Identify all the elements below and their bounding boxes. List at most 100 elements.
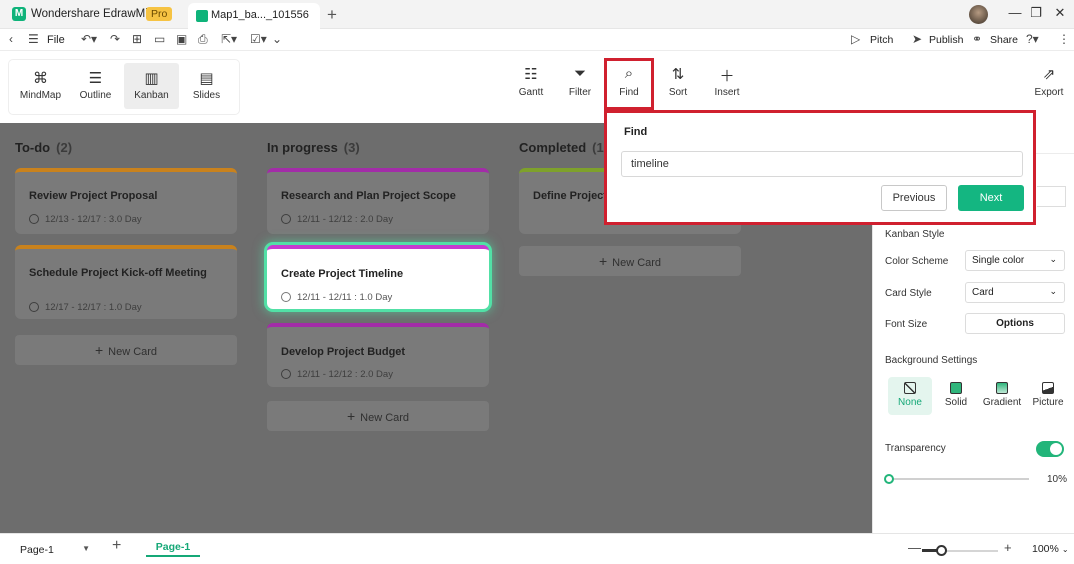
- insert-label: Insert: [714, 87, 740, 98]
- panel-input-stub[interactable]: [1037, 186, 1066, 207]
- more-options-icon[interactable]: ⋮: [1058, 32, 1070, 46]
- column-count: (3): [343, 140, 360, 155]
- transparency-slider-handle[interactable]: [884, 474, 894, 484]
- transparency-toggle[interactable]: [1036, 441, 1064, 457]
- bg-option-none[interactable]: None: [888, 377, 932, 415]
- add-page-button[interactable]: +: [112, 537, 121, 555]
- help-icon[interactable]: ?▾: [1026, 32, 1039, 46]
- bg-option-solid[interactable]: Solid: [934, 377, 978, 415]
- bg-option-label: Picture: [1032, 397, 1064, 408]
- zoom-level[interactable]: 100% ⌄: [1032, 543, 1069, 555]
- redo-icon[interactable]: ↷: [110, 32, 120, 46]
- export-label: Export: [1034, 87, 1064, 98]
- find-search-input[interactable]: [621, 151, 1023, 177]
- font-size-options-button[interactable]: Options: [965, 313, 1065, 334]
- kanban-card[interactable]: Schedule Project Kick-off Meeting 12/17 …: [15, 245, 237, 319]
- title-bar: M Wondershare EdrawMind Pro Map1_ba..._1…: [0, 0, 1074, 29]
- gradient-fill-icon: [996, 382, 1008, 394]
- mindmap-icon: ⌘: [33, 70, 48, 87]
- column-header-todo: To-do (2): [15, 140, 72, 155]
- color-scheme-select[interactable]: Single color ⌄: [965, 250, 1065, 271]
- column-count: (1: [592, 140, 604, 155]
- transparency-value: 10%: [1047, 474, 1068, 485]
- view-outline[interactable]: ☰ Outline: [68, 63, 123, 109]
- bg-option-gradient[interactable]: Gradient: [980, 377, 1024, 415]
- avatar[interactable]: [969, 5, 988, 24]
- new-card-button[interactable]: + New Card: [267, 401, 489, 431]
- column-count: (2): [56, 140, 73, 155]
- export-file-icon[interactable]: ⇱▾: [221, 32, 237, 46]
- more-chevron-icon[interactable]: ⌄: [272, 32, 282, 46]
- save-icon[interactable]: ▣: [176, 32, 187, 46]
- kanban-card[interactable]: Review Project Proposal 12/13 - 12/17 : …: [15, 168, 237, 234]
- view-slides[interactable]: ▤ Slides: [179, 63, 234, 109]
- kanban-card[interactable]: Develop Project Budget 12/11 - 12/12 : 2…: [267, 323, 489, 387]
- open-folder-icon[interactable]: ▭: [154, 32, 165, 46]
- add-tab-button[interactable]: +: [327, 5, 337, 25]
- new-card-button[interactable]: + New Card: [519, 246, 741, 276]
- view-kanban[interactable]: ▥ Kanban: [124, 63, 179, 109]
- clock-icon: [29, 302, 39, 312]
- outline-icon: ☰: [88, 70, 103, 87]
- new-file-icon[interactable]: ⊞: [132, 32, 142, 46]
- filter-button[interactable]: ⏷ Filter: [558, 65, 602, 98]
- clock-icon: [29, 214, 39, 224]
- new-card-label: New Card: [108, 346, 158, 358]
- hamburger-menu-icon[interactable]: ☰: [28, 32, 39, 46]
- clock-icon: [281, 369, 291, 379]
- zoom-out-button[interactable]: —: [908, 540, 921, 555]
- kanban-card[interactable]: Research and Plan Project Scope 12/11 - …: [267, 168, 489, 234]
- undo-icon[interactable]: ↶▾: [81, 32, 97, 46]
- sort-label: Sort: [668, 87, 688, 98]
- view-mindmap-label: MindMap: [19, 90, 62, 101]
- page-select[interactable]: Page-1 ▼: [11, 539, 94, 561]
- checklist-icon[interactable]: ☑▾: [250, 32, 267, 46]
- view-outline-label: Outline: [79, 90, 112, 101]
- print-icon[interactable]: ⎙: [198, 32, 208, 47]
- restore-button[interactable]: ❐: [1026, 5, 1046, 21]
- view-mindmap[interactable]: ⌘ MindMap: [13, 63, 68, 109]
- chevron-down-icon: ⌄: [1049, 286, 1057, 296]
- gantt-button[interactable]: ☷ Gantt: [509, 65, 553, 98]
- card-style-select[interactable]: Card ⌄: [965, 282, 1065, 303]
- column-title: In progress: [267, 140, 338, 155]
- card-date: 12/11 - 12/12 : 2.0 Day: [281, 214, 393, 225]
- next-button[interactable]: Next: [958, 185, 1024, 211]
- back-arrow-icon[interactable]: ‹: [9, 32, 13, 46]
- pitch-icon[interactable]: ▷: [851, 32, 860, 46]
- plus-icon: ＋: [719, 68, 735, 85]
- transparency-slider-track[interactable]: [889, 478, 1029, 480]
- chevron-down-icon: ⌄: [1049, 254, 1057, 264]
- column-header-completed: Completed (1: [519, 140, 604, 155]
- sort-button[interactable]: ⇅ Sort: [656, 65, 700, 98]
- view-switcher: ⌘ MindMap ☰ Outline ▥ Kanban ▤ Slides: [9, 60, 239, 114]
- previous-button[interactable]: Previous: [881, 185, 947, 211]
- insert-button[interactable]: ＋ Insert: [705, 65, 749, 98]
- new-card-button[interactable]: + New Card: [15, 335, 237, 365]
- file-menu[interactable]: File: [47, 34, 65, 46]
- filter-icon: ⏷: [573, 65, 586, 82]
- page-select-value: Page-1: [20, 544, 54, 556]
- mindmap-file-icon: [196, 10, 208, 22]
- close-window-button[interactable]: ✕: [1050, 5, 1070, 21]
- document-tab[interactable]: Map1_ba..._101556: [188, 3, 320, 29]
- card-title: Schedule Project Kick-off Meeting: [29, 267, 207, 279]
- bg-option-picture[interactable]: Picture: [1026, 377, 1070, 415]
- publish-button[interactable]: Publish: [929, 34, 963, 46]
- clock-icon: [281, 214, 291, 224]
- zoom-slider-handle[interactable]: [936, 545, 947, 556]
- kanban-card-selected[interactable]: Create Project Timeline 12/11 - 12/11 : …: [267, 245, 489, 309]
- share-icon[interactable]: ⚭: [972, 32, 982, 46]
- page-tab[interactable]: Page-1: [146, 537, 200, 557]
- share-button[interactable]: Share: [990, 34, 1018, 46]
- pitch-menu[interactable]: Pitch: [870, 34, 893, 46]
- minimize-button[interactable]: —: [1005, 5, 1025, 20]
- export-button[interactable]: ⇗ Export: [1027, 65, 1071, 98]
- zoom-level-value: 100%: [1032, 543, 1059, 555]
- gantt-label: Gantt: [518, 87, 544, 98]
- menu-bar: ‹ ☰ File ↶▾ ↷ ⊞ ▭ ▣ ⎙ ⇱▾ ☑▾ ⌄ ▷ Pitch ➤ …: [0, 29, 1074, 51]
- publish-icon[interactable]: ➤: [912, 32, 922, 46]
- pro-badge[interactable]: Pro: [146, 7, 173, 21]
- zoom-in-button[interactable]: +: [1004, 540, 1012, 555]
- view-slides-label: Slides: [192, 90, 221, 101]
